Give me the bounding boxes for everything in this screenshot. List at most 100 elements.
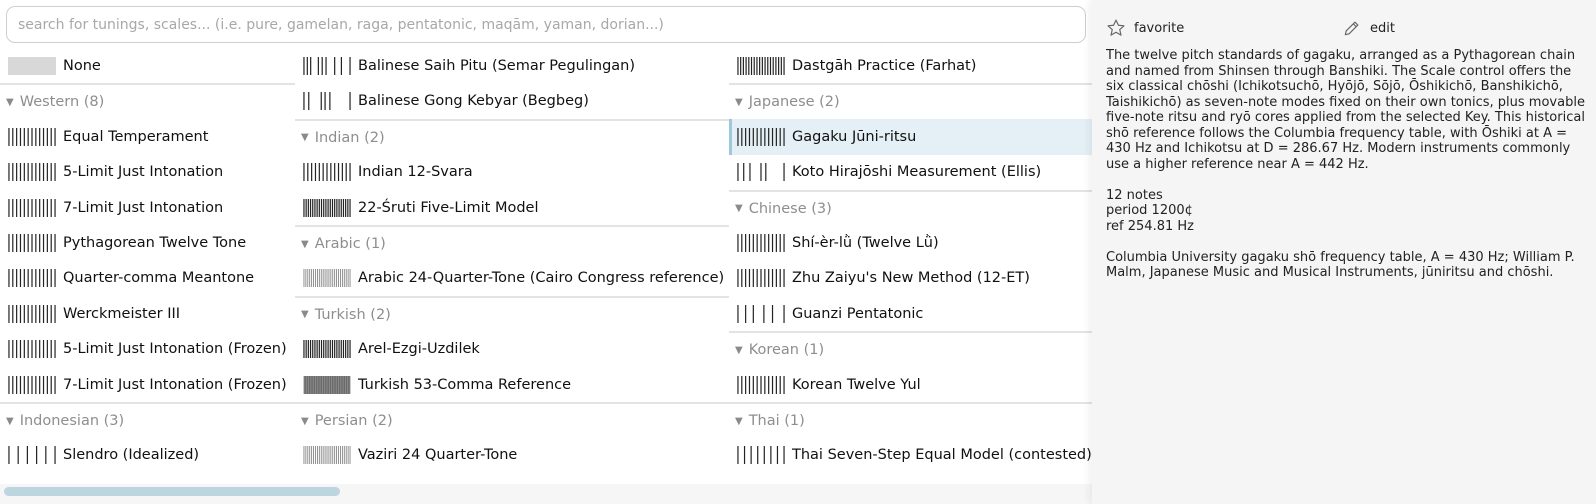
group-label: Indonesian (3): [19, 413, 125, 429]
group-label: Indian (2): [314, 129, 385, 146]
tuning-swatch-icon: [303, 163, 351, 182]
collapse-triangle-icon[interactable]: ▼: [6, 97, 14, 108]
tuning-label: None: [63, 58, 101, 74]
group-header[interactable]: ▼ Thai (1): [729, 402, 1092, 438]
tuning-item[interactable]: Slendro (Idealized): [0, 437, 295, 473]
tuning-swatch-icon: [737, 375, 785, 394]
tuning-swatch-icon: [737, 127, 785, 146]
group-header[interactable]: ▼ Turkish (2): [295, 295, 729, 332]
edit-label: edit: [1370, 20, 1395, 36]
tuning-item[interactable]: Zhu Zaiyu's New Method (12-ET): [729, 260, 1092, 296]
collapse-triangle-icon[interactable]: ▼: [301, 309, 309, 320]
group-header[interactable]: ▼ Korean (1): [729, 331, 1092, 367]
tuning-label: 22-Śruti Five-Limit Model: [358, 199, 539, 216]
group-label: Korean (1): [748, 342, 825, 359]
tuning-label: Indian 12-Svara: [358, 164, 473, 181]
favorite-button[interactable]: favorite: [1106, 18, 1184, 38]
collapse-triangle-icon[interactable]: ▼: [6, 416, 14, 427]
collapse-triangle-icon[interactable]: ▼: [301, 132, 309, 143]
tuning-item[interactable]: None: [0, 48, 295, 84]
tuning-swatch-icon: [303, 57, 351, 75]
group-header[interactable]: ▼ Indian (2): [295, 118, 729, 155]
favorite-label: favorite: [1134, 20, 1185, 36]
tuning-item[interactable]: 7-Limit Just Intonation (Frozen): [0, 367, 295, 403]
tuning-swatch-icon: [737, 234, 785, 252]
tuning-item[interactable]: Shí-èr-lǜ (Twelve Lǜ): [729, 225, 1092, 261]
tuning-item[interactable]: Werckmeister III: [0, 296, 295, 332]
tuning-item[interactable]: 5-Limit Just Intonation: [0, 154, 295, 190]
tuning-item[interactable]: Turkish 53-Comma Reference: [295, 367, 729, 403]
tuning-swatch-icon: [8, 198, 56, 217]
collapse-triangle-icon[interactable]: ▼: [735, 203, 743, 214]
tuning-swatch-icon: [737, 163, 785, 182]
horizontal-scrollbar[interactable]: [0, 484, 1092, 504]
tuning-swatch-icon: [8, 269, 56, 288]
tuning-item[interactable]: Balinese Gong Kebyar (Begbeg): [295, 83, 729, 119]
collapse-triangle-icon[interactable]: ▼: [735, 416, 743, 427]
tuning-swatch-icon: [303, 375, 351, 394]
tuning-swatch-icon: [8, 234, 56, 252]
detail-panel: favorite edit The twelve pitch standards…: [1092, 0, 1596, 504]
group-label: Thai (1): [748, 413, 805, 429]
tuning-label: Dastgāh Practice (Farhat): [792, 58, 977, 74]
pencil-icon: [1344, 21, 1359, 36]
tuning-item[interactable]: 5-Limit Just Intonation (Frozen): [0, 331, 295, 367]
tuning-label: Balinese Saih Pitu (Semar Pegulingan): [358, 58, 636, 74]
edit-button[interactable]: edit: [1342, 18, 1395, 38]
tuning-label: Equal Temperament: [63, 128, 209, 145]
tuning-label: Arel-Ezgi-Uzdilek: [358, 341, 480, 358]
tuning-item[interactable]: Dastgāh Practice (Farhat): [729, 48, 1092, 84]
tuning-item[interactable]: Arabic 24-Quarter-Tone (Cairo Congress r…: [295, 260, 729, 296]
group-header[interactable]: ▼ Indonesian (3): [0, 402, 295, 438]
tuning-swatch-icon: [8, 446, 56, 465]
reference-frequency: ref 254.81 Hz: [1106, 218, 1194, 234]
group-header[interactable]: ▼ Western (8): [0, 83, 295, 119]
tuning-swatch-icon: [737, 269, 785, 288]
tuning-label: Slendro (Idealized): [63, 447, 200, 464]
tuning-label: Balinese Gong Kebyar (Begbeg): [358, 93, 589, 110]
tuning-label: Korean Twelve Yul: [792, 376, 921, 393]
group-header[interactable]: ▼ Japanese (2): [729, 83, 1092, 119]
tuning-item[interactable]: Indian 12-Svara: [295, 154, 729, 190]
tuning-list-panel: None ▼ Western (8) Equal Temperament 5-Limit…: [0, 0, 1092, 504]
tuning-swatch-icon: [303, 446, 351, 465]
collapse-triangle-icon[interactable]: ▼: [301, 239, 309, 250]
tuning-swatch-icon: [737, 57, 785, 75]
tuning-swatch-icon: [303, 92, 351, 111]
group-label: Japanese (2): [748, 94, 840, 111]
tuning-label: 5-Limit Just Intonation (Frozen): [63, 341, 287, 358]
tuning-item[interactable]: 22-Śruti Five-Limit Model: [295, 190, 729, 226]
tuning-item[interactable]: 7-Limit Just Intonation: [0, 190, 295, 226]
tuning-item[interactable]: Pythagorean Twelve Tone: [0, 225, 295, 261]
tuning-label: Zhu Zaiyu's New Method (12-ET): [792, 270, 1030, 287]
collapse-triangle-icon[interactable]: ▼: [735, 97, 743, 108]
tuning-item[interactable]: Guanzi Pentatonic: [729, 296, 1092, 332]
tuning-item[interactable]: Quarter-comma Meantone: [0, 260, 295, 296]
group-label: Persian (2): [314, 413, 393, 429]
group-label: Arabic (1): [314, 236, 386, 252]
description-text: The twelve pitch standards of gagaku, ar…: [1106, 48, 1585, 172]
tuning-item[interactable]: Korean Twelve Yul: [729, 367, 1092, 403]
group-header[interactable]: ▼ Chinese (3): [729, 189, 1092, 226]
group-header[interactable]: ▼ Arabic (1): [295, 225, 729, 261]
tuning-item[interactable]: Koto Hirajōshi Measurement (Ellis): [729, 154, 1092, 190]
tuning-swatch-icon: [8, 127, 56, 146]
tuning-label: Werckmeister III: [63, 305, 181, 322]
scrollbar-thumb[interactable]: [4, 487, 340, 496]
group-header[interactable]: ▼ Persian (2): [295, 402, 729, 438]
tuning-item[interactable]: Balinese Saih Pitu (Semar Pegulingan): [295, 48, 729, 84]
tuning-item-selected[interactable]: Gagaku Jūni-ritsu: [729, 118, 1092, 155]
collapse-triangle-icon[interactable]: ▼: [735, 345, 743, 356]
tuning-label: Koto Hirajōshi Measurement (Ellis): [792, 164, 1042, 181]
search-input[interactable]: [6, 6, 1086, 43]
tuning-swatch-icon: [8, 163, 56, 182]
period-value: period 1200¢: [1106, 203, 1193, 218]
star-icon: [1107, 19, 1125, 36]
collapse-triangle-icon[interactable]: ▼: [301, 416, 309, 427]
tuning-item[interactable]: Arel-Ezgi-Uzdilek: [295, 331, 729, 367]
tuning-item[interactable]: Vaziri 24 Quarter-Tone: [295, 437, 729, 473]
tuning-item[interactable]: Thai Seven-Step Equal Model (contested): [729, 437, 1092, 473]
tuning-label: Arabic 24-Quarter-Tone (Cairo Congress r…: [358, 270, 725, 287]
tuning-swatch-icon: [303, 198, 351, 217]
tuning-item[interactable]: Equal Temperament: [0, 119, 295, 155]
